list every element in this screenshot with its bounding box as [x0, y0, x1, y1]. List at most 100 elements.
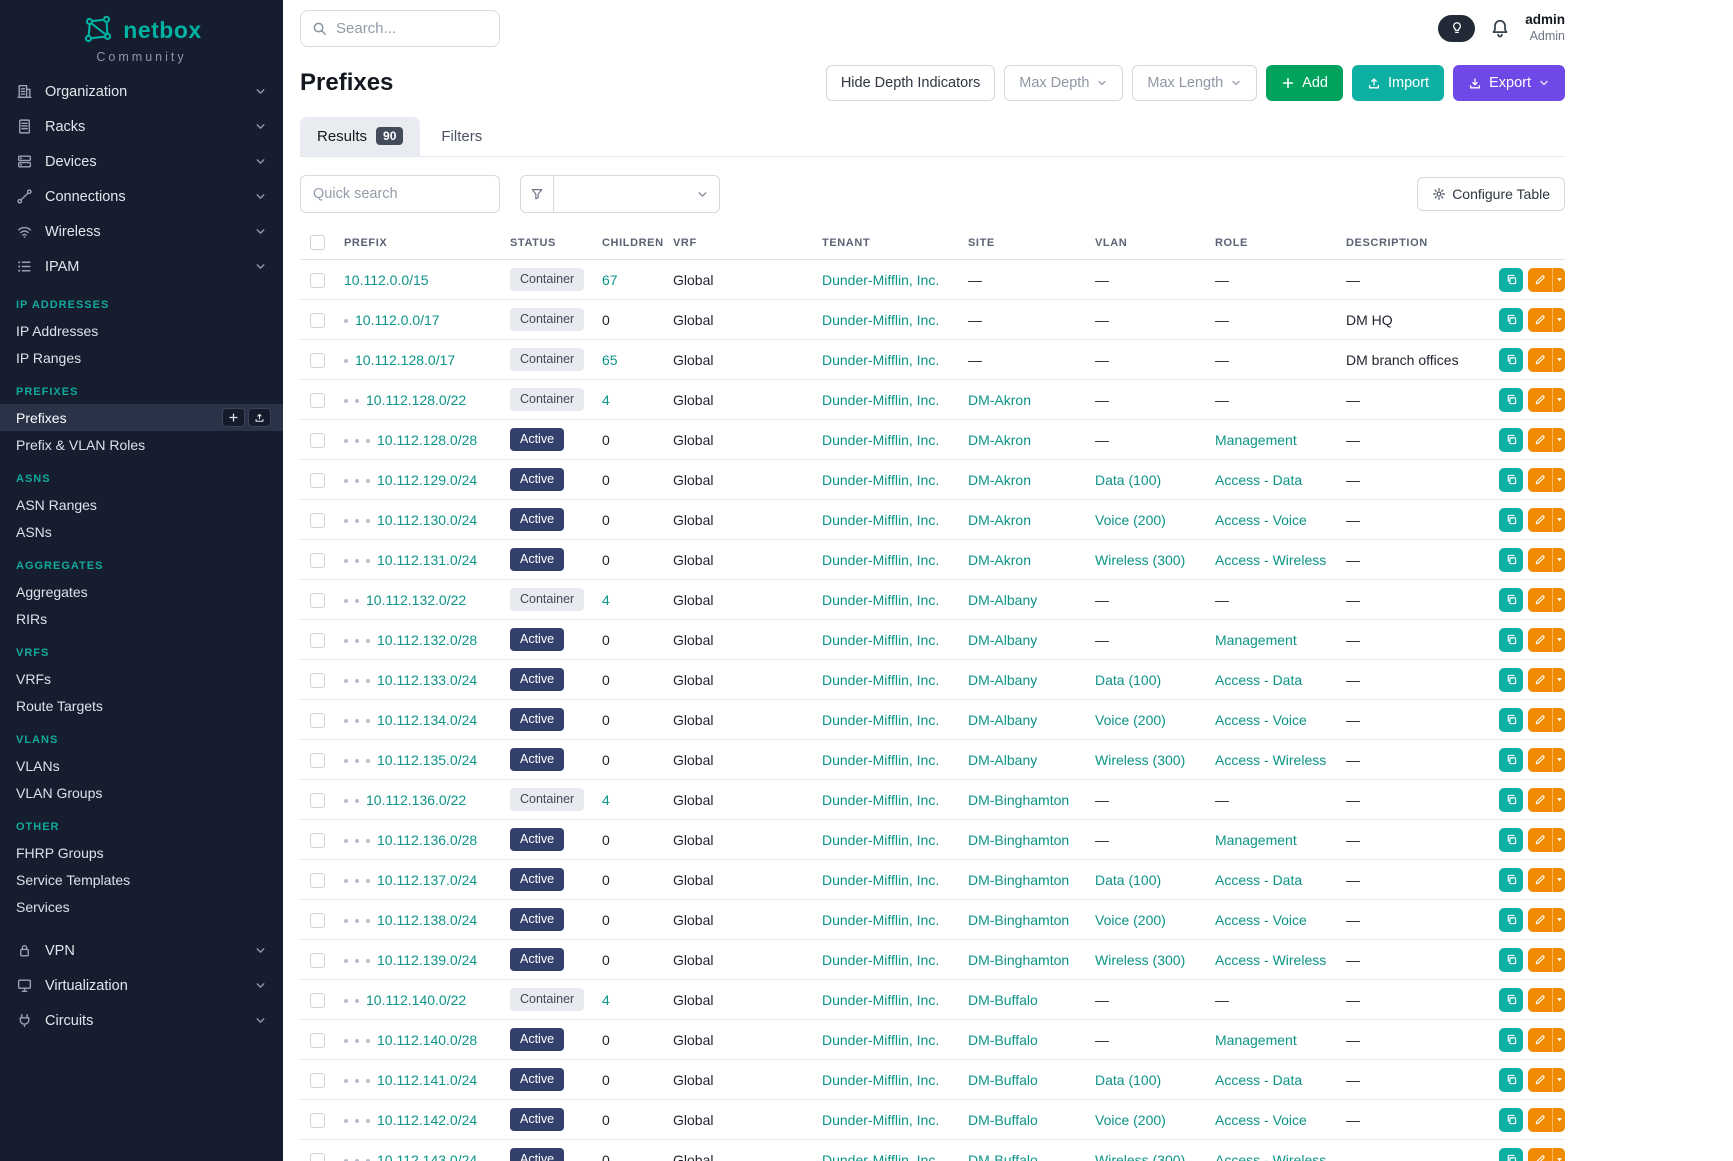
prefix-link[interactable]: 10.112.131.0/24 — [377, 552, 477, 568]
clone-button[interactable] — [1499, 908, 1523, 932]
edit-dropdown-button[interactable] — [1552, 948, 1565, 972]
row-checkbox[interactable] — [310, 673, 325, 688]
global-search-input[interactable] — [336, 20, 488, 37]
sidebar-item-ip-ranges[interactable]: IP Ranges — [0, 344, 283, 371]
tenant-link[interactable]: Dunder-Mifflin, Inc. — [822, 792, 939, 808]
role-link[interactable]: Access - Voice — [1215, 1112, 1307, 1128]
role-link[interactable]: Access - Voice — [1215, 512, 1307, 528]
column-header-tenant[interactable]: Tenant — [812, 227, 958, 260]
vlan-link[interactable]: Wireless (300) — [1095, 752, 1185, 768]
filter-select[interactable] — [554, 175, 720, 213]
clone-button[interactable] — [1499, 948, 1523, 972]
vlan-link[interactable]: Voice (200) — [1095, 912, 1166, 928]
prefix-link[interactable]: 10.112.128.0/17 — [355, 352, 455, 368]
site-link[interactable]: DM-Buffalo — [968, 1032, 1038, 1048]
site-link[interactable]: DM-Binghamton — [968, 872, 1069, 888]
global-search[interactable] — [300, 10, 500, 47]
prefix-link[interactable]: 10.112.142.0/24 — [377, 1112, 477, 1128]
row-checkbox[interactable] — [310, 913, 325, 928]
site-link[interactable]: DM-Binghamton — [968, 952, 1069, 968]
prefix-link[interactable]: 10.112.136.0/22 — [366, 792, 466, 808]
clone-button[interactable] — [1499, 268, 1523, 292]
vlan-link[interactable]: Voice (200) — [1095, 1112, 1166, 1128]
tenant-link[interactable]: Dunder-Mifflin, Inc. — [822, 1072, 939, 1088]
vlan-link[interactable]: Data (100) — [1095, 1072, 1161, 1088]
site-link[interactable]: DM-Albany — [968, 592, 1037, 608]
edit-dropdown-button[interactable] — [1552, 348, 1565, 372]
tenant-link[interactable]: Dunder-Mifflin, Inc. — [822, 872, 939, 888]
filter-button[interactable] — [520, 175, 554, 213]
edit-button[interactable] — [1528, 868, 1552, 892]
edit-dropdown-button[interactable] — [1552, 428, 1565, 452]
edit-button[interactable] — [1528, 668, 1552, 692]
clone-button[interactable] — [1499, 588, 1523, 612]
row-checkbox[interactable] — [310, 473, 325, 488]
edit-button[interactable] — [1528, 628, 1552, 652]
sidebar-item-vlans[interactable]: VLANs — [0, 752, 283, 779]
tenant-link[interactable]: Dunder-Mifflin, Inc. — [822, 952, 939, 968]
role-link[interactable]: Access - Wireless — [1215, 1152, 1326, 1161]
sidebar-item-route-targets[interactable]: Route Targets — [0, 692, 283, 719]
prefix-link[interactable]: 10.112.132.0/28 — [377, 632, 477, 648]
role-link[interactable]: Access - Data — [1215, 472, 1302, 488]
sidebar-item-prefix-vlan-roles[interactable]: Prefix & VLAN Roles — [0, 431, 283, 458]
sidebar-group-virtualization[interactable]: Virtualization — [0, 968, 283, 1003]
site-link[interactable]: DM-Binghamton — [968, 912, 1069, 928]
edit-button[interactable] — [1528, 828, 1552, 852]
export-button[interactable]: Export — [1453, 65, 1565, 101]
sidebar-group-racks[interactable]: Racks — [0, 109, 283, 144]
edit-button[interactable] — [1528, 588, 1552, 612]
row-checkbox[interactable] — [310, 713, 325, 728]
edit-dropdown-button[interactable] — [1552, 548, 1565, 572]
sidebar-item-vlan-groups[interactable]: VLAN Groups — [0, 779, 283, 806]
row-checkbox[interactable] — [310, 513, 325, 528]
site-link[interactable]: DM-Akron — [968, 432, 1031, 448]
site-link[interactable]: DM-Buffalo — [968, 992, 1038, 1008]
clone-button[interactable] — [1499, 1068, 1523, 1092]
row-checkbox[interactable] — [310, 393, 325, 408]
import-button[interactable]: Import — [1352, 65, 1444, 101]
children-count-link[interactable]: 4 — [602, 592, 610, 608]
tenant-link[interactable]: Dunder-Mifflin, Inc. — [822, 752, 939, 768]
quick-search-input[interactable] — [300, 175, 500, 213]
tenant-link[interactable]: Dunder-Mifflin, Inc. — [822, 672, 939, 688]
quick-import-button[interactable] — [248, 408, 271, 427]
clone-button[interactable] — [1499, 668, 1523, 692]
edit-button[interactable] — [1528, 708, 1552, 732]
sidebar-group-connections[interactable]: Connections — [0, 179, 283, 214]
site-link[interactable]: DM-Buffalo — [968, 1072, 1038, 1088]
edit-button[interactable] — [1528, 348, 1552, 372]
hide-depth-indicators-button[interactable]: Hide Depth Indicators — [826, 65, 995, 101]
children-count-link[interactable]: 4 — [602, 992, 610, 1008]
tenant-link[interactable]: Dunder-Mifflin, Inc. — [822, 472, 939, 488]
edit-button[interactable] — [1528, 1028, 1552, 1052]
tenant-link[interactable]: Dunder-Mifflin, Inc. — [822, 1152, 939, 1161]
edit-button[interactable] — [1528, 1148, 1552, 1161]
clone-button[interactable] — [1499, 508, 1523, 532]
sidebar-item-service-templates[interactable]: Service Templates — [0, 866, 283, 893]
vlan-link[interactable]: Voice (200) — [1095, 512, 1166, 528]
prefix-link[interactable]: 10.112.137.0/24 — [377, 872, 477, 888]
prefix-link[interactable]: 10.112.138.0/24 — [377, 912, 477, 928]
select-all-checkbox[interactable] — [310, 235, 325, 250]
row-checkbox[interactable] — [310, 353, 325, 368]
site-link[interactable]: DM-Buffalo — [968, 1112, 1038, 1128]
prefix-link[interactable]: 10.112.0.0/15 — [344, 272, 429, 288]
edit-dropdown-button[interactable] — [1552, 748, 1565, 772]
clone-button[interactable] — [1499, 788, 1523, 812]
row-checkbox[interactable] — [310, 433, 325, 448]
children-count-link[interactable]: 67 — [602, 272, 618, 288]
role-link[interactable]: Access - Wireless — [1215, 952, 1326, 968]
edit-button[interactable] — [1528, 1108, 1552, 1132]
site-link[interactable]: DM-Binghamton — [968, 792, 1069, 808]
prefix-link[interactable]: 10.112.129.0/24 — [377, 472, 477, 488]
sidebar-item-prefixes[interactable]: Prefixes — [0, 404, 283, 431]
edit-dropdown-button[interactable] — [1552, 588, 1565, 612]
clone-button[interactable] — [1499, 1108, 1523, 1132]
row-checkbox[interactable] — [310, 1153, 325, 1161]
tab-results[interactable]: Results90 — [300, 117, 420, 156]
edit-dropdown-button[interactable] — [1552, 708, 1565, 732]
clone-button[interactable] — [1499, 468, 1523, 492]
role-link[interactable]: Management — [1215, 1032, 1297, 1048]
theme-toggle-button[interactable] — [1438, 15, 1475, 42]
